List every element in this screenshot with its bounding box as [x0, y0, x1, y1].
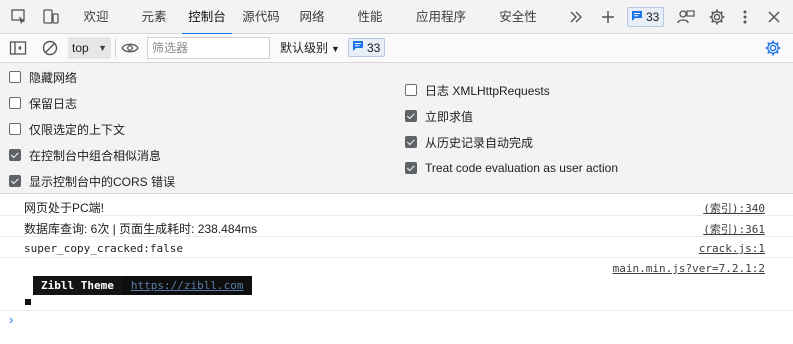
- tab-elements[interactable]: 元素: [138, 0, 170, 34]
- source-link[interactable]: crack.js:1: [699, 242, 765, 255]
- checkbox-checked[interactable]: [9, 149, 21, 161]
- eager-evaluation-option[interactable]: 立即求值: [405, 107, 473, 125]
- checkbox-checked[interactable]: [405, 162, 417, 174]
- toolbar-divider: [115, 39, 116, 57]
- hide-network-option[interactable]: 隐藏网络: [9, 68, 77, 86]
- log-level-label: 默认级别: [280, 41, 329, 55]
- message-text: 网页处于PC端!: [24, 201, 105, 215]
- toolbar-issues-badge[interactable]: 33: [348, 38, 386, 57]
- issues-badge[interactable]: 33: [627, 7, 665, 27]
- checkbox-checked[interactable]: [405, 110, 417, 122]
- console-settings-panel: 隐藏网络 保留日志 仅限选定的上下文 在控制台中组合相似消息 显示控制台中的CO…: [0, 63, 793, 194]
- settings-icon[interactable]: [707, 7, 727, 27]
- preserve-log-option[interactable]: 保留日志: [9, 94, 77, 112]
- option-label: 从历史记录自动完成: [425, 135, 534, 150]
- option-label: 在控制台中组合相似消息: [29, 148, 162, 163]
- messages-icon: [352, 40, 364, 55]
- console-toolbar: top ▼ 默认级别▼ 33: [0, 34, 793, 63]
- checkbox[interactable]: [405, 84, 417, 96]
- close-icon[interactable]: [764, 7, 784, 27]
- log-level-select[interactable]: 默认级别 ▼: [280, 37, 340, 59]
- console-prompt-icon[interactable]: ›: [9, 312, 13, 327]
- tab-network[interactable]: 网络: [297, 0, 327, 34]
- tab-performance[interactable]: 性能: [355, 0, 385, 34]
- banner-url-link[interactable]: https://zibll.com: [121, 276, 253, 295]
- styled-log-banner: Zibll Theme https://zibll.com: [33, 276, 253, 295]
- devtools-tabbar: 欢迎 元素 控制台 源代码 网络 性能 应用程序 安全性 33: [0, 0, 793, 35]
- tab-welcome[interactable]: 欢迎: [80, 0, 112, 34]
- more-tabs-icon[interactable]: [566, 7, 586, 27]
- issues-count: 33: [646, 10, 660, 24]
- tab-console[interactable]: 控制台: [182, 0, 232, 35]
- checkbox[interactable]: [9, 123, 21, 135]
- chevron-down-icon: ▼: [98, 43, 107, 53]
- autocomplete-history-option[interactable]: 从历史记录自动完成: [405, 133, 533, 151]
- option-label: 隐藏网络: [29, 70, 78, 85]
- option-label: 日志 XMLHttpRequests: [425, 83, 550, 98]
- source-link[interactable]: (索引):361: [703, 221, 765, 237]
- option-label: 立即求值: [425, 109, 474, 124]
- feedback-icon[interactable]: [676, 7, 696, 27]
- checkbox-checked[interactable]: [405, 136, 417, 148]
- filter-input[interactable]: [147, 37, 270, 59]
- toolbar-issues-count: 33: [367, 40, 381, 55]
- live-expression-icon[interactable]: [120, 38, 140, 58]
- message-text: super_copy_cracked:false: [24, 242, 183, 255]
- message-text: 数据库查询: 6次 | 页面生成耗时: 238.484ms: [24, 222, 258, 236]
- checkbox[interactable]: [9, 71, 21, 83]
- source-link[interactable]: main.min.js?ver=7.2.1:2: [613, 262, 765, 275]
- console-message: super_copy_cracked:false crack.js:1: [0, 237, 793, 258]
- clear-console-icon[interactable]: [40, 38, 60, 58]
- user-action-eval-option[interactable]: Treat code evaluation as user action: [405, 159, 618, 177]
- group-similar-option[interactable]: 在控制台中组合相似消息: [9, 146, 161, 164]
- option-label: 仅限选定的上下文: [29, 122, 126, 137]
- console-settings-icon[interactable]: [763, 38, 783, 58]
- option-label: Treat code evaluation as user action: [425, 161, 619, 175]
- inspect-icon[interactable]: [9, 7, 29, 27]
- selected-context-only-option[interactable]: 仅限选定的上下文: [9, 120, 125, 138]
- log-xhr-option[interactable]: 日志 XMLHttpRequests: [405, 81, 550, 99]
- caret-down-icon: ▼: [331, 44, 340, 54]
- sidebar-toggle-icon[interactable]: [8, 38, 28, 58]
- source-link[interactable]: (索引):340: [703, 200, 765, 216]
- banner-theme-name: Zibll Theme: [41, 279, 114, 292]
- option-label: 显示控制台中的CORS 错误: [29, 174, 176, 189]
- console-message: 数据库查询: 6次 | 页面生成耗时: 238.484ms (索引):361: [0, 216, 793, 237]
- context-select[interactable]: top ▼: [68, 37, 111, 59]
- tab-application[interactable]: 应用程序: [414, 0, 468, 34]
- checkbox[interactable]: [9, 97, 21, 109]
- device-toolbar-icon[interactable]: [41, 7, 61, 27]
- console-message: 网页处于PC端! (索引):340: [0, 195, 793, 216]
- messages-icon: [631, 10, 643, 25]
- context-value: top: [72, 41, 89, 55]
- add-tab-icon[interactable]: [598, 7, 618, 27]
- kebab-menu-icon[interactable]: [735, 7, 755, 27]
- show-cors-errors-option[interactable]: 显示控制台中的CORS 错误: [9, 172, 175, 190]
- option-label: 保留日志: [29, 96, 78, 111]
- tab-sources[interactable]: 源代码: [240, 0, 282, 34]
- checkbox-checked[interactable]: [9, 175, 21, 187]
- text-cursor: [25, 299, 31, 305]
- tab-security[interactable]: 安全性: [497, 0, 539, 34]
